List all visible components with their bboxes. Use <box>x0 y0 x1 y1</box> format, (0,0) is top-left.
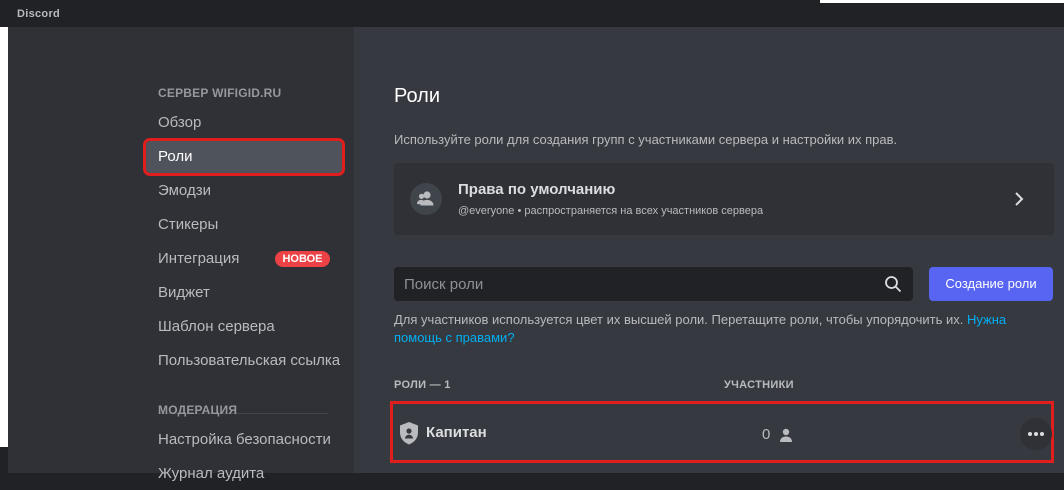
sidebar-item-server-template[interactable]: Шаблон сервера <box>146 311 342 343</box>
role-search-input[interactable] <box>394 267 864 301</box>
roles-content: Роли Используйте роли для создания групп… <box>354 27 1064 473</box>
background-window-edge <box>0 27 8 447</box>
sidebar-item-emoji[interactable]: Эмодзи <box>146 175 342 207</box>
background-window <box>820 0 1064 3</box>
moderation-header: МОДЕРАЦИЯ <box>158 403 238 417</box>
page-description: Используйте роли для создания групп с уч… <box>394 132 898 147</box>
app-title: Discord <box>17 8 61 20</box>
members-column-header: УЧАСТНИКИ <box>724 379 794 391</box>
shield-icon <box>398 421 420 450</box>
sidebar-item-safety-setup[interactable]: Настройка безопасности <box>146 424 342 456</box>
role-name: Капитан <box>426 424 487 441</box>
sidebar-item-stickers[interactable]: Стикеры <box>146 209 342 241</box>
role-search <box>394 267 913 301</box>
sidebar-item-audit-log[interactable]: Журнал аудита <box>146 458 342 490</box>
server-header: СЕРВЕР WIFIGID.RU <box>158 86 282 100</box>
person-icon <box>778 427 794 448</box>
settings-sidebar: СЕРВЕР WIFIGID.RU Обзор Роли Эмодзи Стик… <box>8 27 354 482</box>
search-icon[interactable] <box>884 275 902 298</box>
title-bar: Discord <box>0 0 1064 27</box>
more-icon[interactable] <box>1020 418 1052 450</box>
roles-column-header: РОЛИ — 1 <box>394 379 451 391</box>
new-badge: НОВОЕ <box>275 251 330 267</box>
page-title: Роли <box>394 85 440 107</box>
default-permissions-subtitle: @everyone • распространяется на всех уча… <box>458 205 764 217</box>
create-role-button[interactable]: Создание роли <box>929 267 1053 301</box>
default-permissions-title: Права по умолчанию <box>458 181 616 198</box>
chevron-right-icon <box>1010 189 1028 214</box>
sidebar-item-widget[interactable]: Виджет <box>146 277 342 309</box>
table-row[interactable]: Капитан 0 <box>390 401 1054 463</box>
hint-text: Для участников используется цвет их высш… <box>394 312 968 327</box>
sidebar-item-roles[interactable]: Роли <box>143 138 345 176</box>
default-permissions-card[interactable]: Права по умолчанию @everyone • распростр… <box>394 163 1054 235</box>
sidebar-item-vanity-url[interactable]: Пользовательская ссылка <box>146 345 342 377</box>
sidebar-item-overview[interactable]: Обзор <box>146 107 342 139</box>
users-icon <box>410 183 442 215</box>
roles-hint: Для участников используется цвет их высш… <box>394 311 1024 347</box>
role-member-count: 0 <box>762 426 771 443</box>
